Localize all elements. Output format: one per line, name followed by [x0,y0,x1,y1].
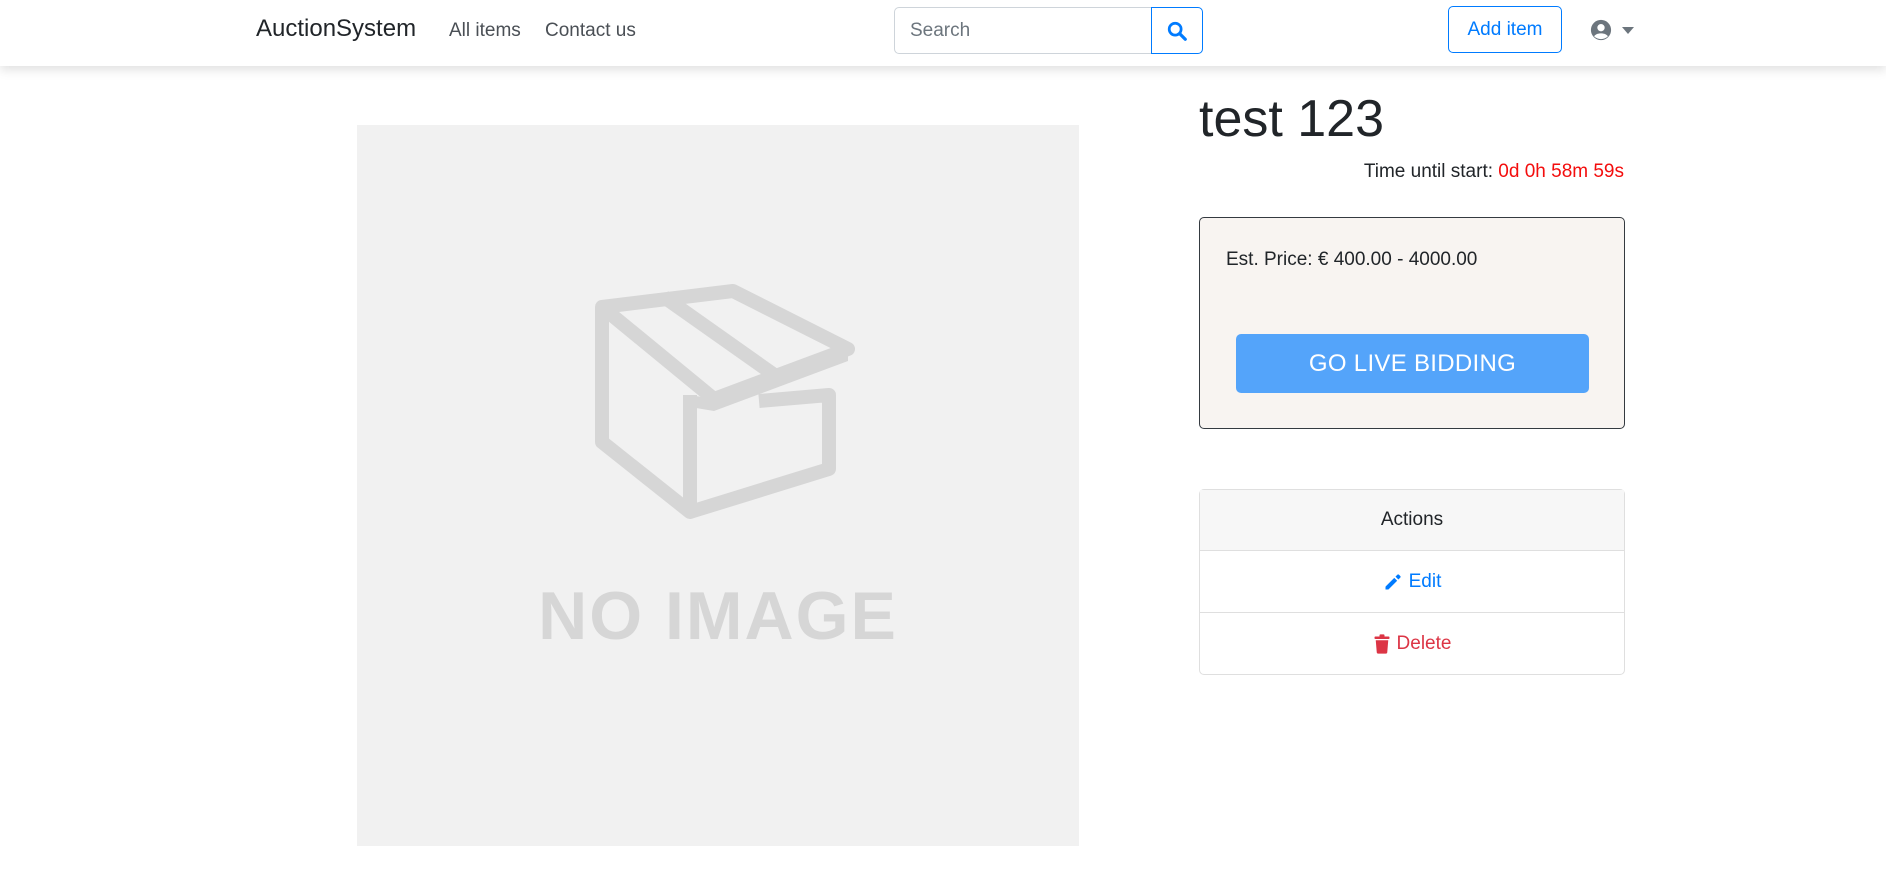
user-menu-toggle[interactable] [1590,19,1634,41]
nav-link-all-items[interactable]: All items [449,20,521,42]
actions-panel: Actions Edit Delete [1199,489,1625,675]
search-button[interactable] [1151,7,1203,54]
edit-link[interactable]: Edit [1200,551,1624,613]
nav-link-contact-us[interactable]: Contact us [545,20,636,42]
delete-link[interactable]: Delete [1200,613,1624,674]
countdown-label: Time until start: [1363,161,1494,182]
countdown: Time until start: 0d 0h 58m 59s [1364,161,1624,183]
item-image-placeholder: NO IMAGE [357,125,1079,846]
caret-down-icon [1622,26,1634,34]
search-input[interactable] [894,7,1154,54]
estimated-price: Est. Price: € 400.00 - 4000.00 [1226,249,1478,270]
no-image-label: NO IMAGE [538,578,898,654]
actions-header: Actions [1200,490,1624,551]
box-icon [595,284,855,519]
price-panel: Est. Price: € 400.00 - 4000.00 GO LIVE B… [1199,217,1625,429]
edit-label: Edit [1408,570,1442,592]
top-navbar: AuctionSystem All items Contact us Add i… [0,0,1886,66]
countdown-value: 0d 0h 58m 59s [1498,161,1624,182]
add-item-button[interactable]: Add item [1448,6,1562,53]
user-circle-icon [1590,19,1612,41]
go-live-bidding-button[interactable]: GO LIVE BIDDING [1236,334,1589,393]
item-title: test 123 [1199,90,1385,148]
delete-label: Delete [1396,632,1452,654]
pencil-icon [1385,573,1401,589]
trash-icon [1374,633,1390,654]
search-icon [1167,21,1187,41]
brand-logo[interactable]: AuctionSystem [256,15,416,43]
